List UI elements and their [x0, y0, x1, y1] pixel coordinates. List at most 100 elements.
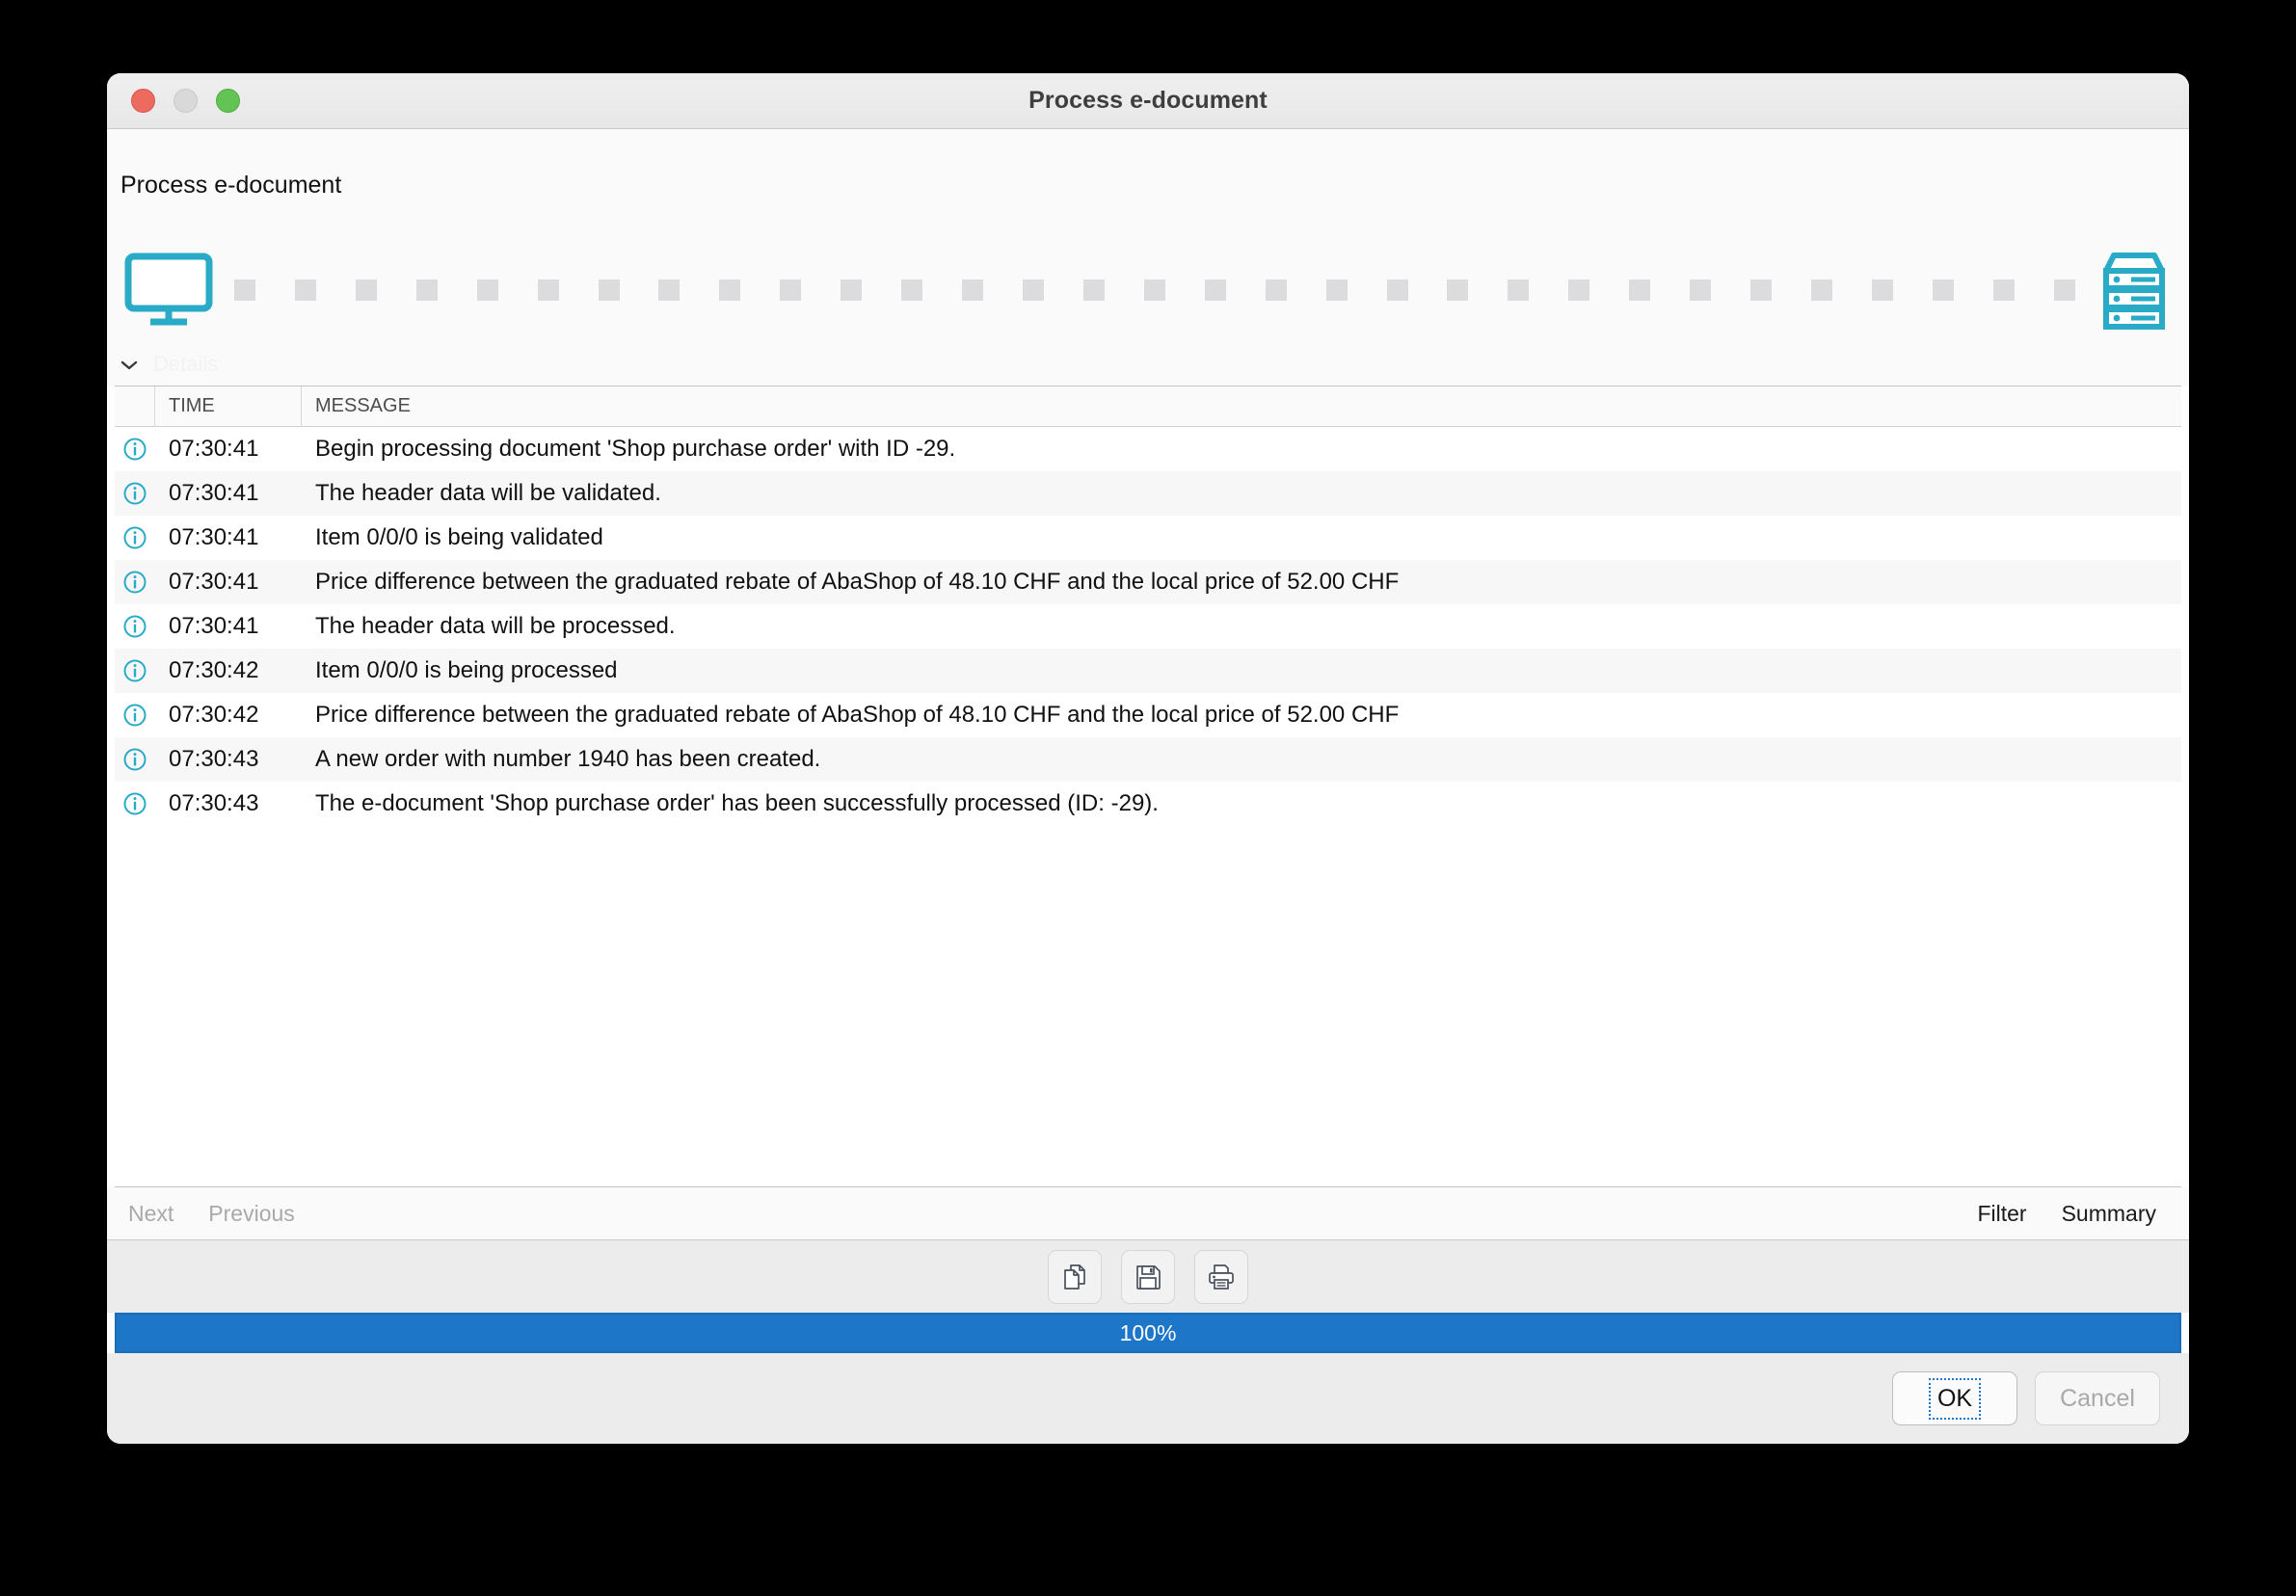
filter-button[interactable]: Filter [1977, 1201, 2026, 1227]
transfer-dot [1204, 279, 1226, 301]
cancel-button[interactable]: Cancel [2035, 1371, 2160, 1425]
info-icon [115, 747, 155, 772]
table-row[interactable]: 07:30:41 The header data will be validate… [115, 471, 2181, 516]
dialog-footer: OK Cancel [107, 1353, 2189, 1444]
details-label: Details [153, 352, 219, 376]
copy-button[interactable] [1048, 1249, 1102, 1304]
window-title: Process e-document [1028, 87, 1268, 114]
transfer-dot [1871, 279, 1893, 301]
next-button[interactable]: Next [128, 1201, 174, 1227]
table-navigation-bar: Next Previous Filter Summary [107, 1187, 2189, 1239]
transfer-dot [1082, 279, 1105, 301]
ok-button[interactable]: OK [1892, 1371, 2017, 1425]
nav-right-group: Filter Summary [1977, 1201, 2156, 1227]
transfer-dot [294, 279, 316, 301]
info-icon [115, 570, 155, 595]
table-row[interactable]: 07:30:42 Price difference between the gra… [115, 693, 2181, 737]
transfer-dot [1508, 279, 1530, 301]
monitor-icon [124, 253, 213, 328]
details-disclosure[interactable]: Details [107, 343, 2189, 386]
cell-time: 07:30:41 [169, 613, 259, 639]
transfer-dot [1750, 279, 1773, 301]
cell-time: 07:30:42 [169, 657, 259, 683]
table-row[interactable]: 07:30:41 Item 0/0/0 is being validated [115, 516, 2181, 560]
table-body: 07:30:41 Begin processing document 'Shop … [115, 427, 2181, 1186]
transfer-dot [415, 279, 438, 301]
table-row[interactable]: 07:30:43 The e-document 'Shop purchase or… [115, 782, 2181, 826]
transfer-dot [841, 279, 863, 301]
transfer-dot [1386, 279, 1408, 301]
transfer-dot [1325, 279, 1348, 301]
cell-time: 07:30:43 [169, 746, 259, 772]
transfer-dot [1810, 279, 1832, 301]
print-button[interactable] [1194, 1249, 1248, 1304]
copy-icon [1060, 1263, 1089, 1291]
transfer-dot [2053, 279, 2075, 301]
save-button[interactable] [1121, 1249, 1175, 1304]
page-title: Process e-document [120, 172, 342, 199]
transfer-dot [1265, 279, 1287, 301]
transfer-animation-strip [107, 237, 2189, 343]
print-icon [1207, 1263, 1236, 1291]
action-toolbar [107, 1239, 2189, 1313]
column-header-icon[interactable] [115, 386, 155, 426]
table-row[interactable]: 07:30:41 Price difference between the gra… [115, 560, 2181, 604]
transfer-dot [962, 279, 984, 301]
header-section: Process e-document [107, 129, 2189, 237]
table-row[interactable]: 07:30:43 A new order with number 1940 has… [115, 737, 2181, 782]
transfer-dot [234, 279, 255, 301]
chevron-down-icon[interactable] [120, 359, 138, 370]
transfer-dot [598, 279, 620, 301]
transfer-dot [780, 279, 802, 301]
info-icon [115, 703, 155, 728]
cell-time: 07:30:41 [169, 436, 259, 462]
cell-message: The e-document 'Shop purchase order' has… [315, 790, 1159, 816]
cell-message: Price difference between the graduated r… [315, 702, 1400, 728]
cell-message: Price difference between the graduated r… [315, 569, 1400, 595]
table-header-row: TIME MESSAGE [115, 386, 2181, 427]
cell-message: Item 0/0/0 is being processed [315, 657, 618, 683]
table-row[interactable]: 07:30:41 Begin processing document 'Shop … [115, 427, 2181, 471]
save-icon [1134, 1263, 1162, 1291]
cell-message: The header data will be validated. [315, 480, 661, 506]
info-icon [115, 437, 155, 462]
previous-button[interactable]: Previous [208, 1201, 294, 1227]
nav-left-group: Next Previous [128, 1201, 295, 1227]
transfer-dot [719, 279, 741, 301]
column-header-time[interactable]: TIME [155, 386, 302, 426]
title-bar: Process e-document [107, 73, 2189, 129]
transfer-dot [476, 279, 498, 301]
transfer-dot [1568, 279, 1590, 301]
cell-time: 07:30:41 [169, 569, 259, 595]
transfer-dot [1022, 279, 1044, 301]
transfer-dots [213, 279, 2096, 301]
transfer-dot [1447, 279, 1469, 301]
transfer-dot [355, 279, 377, 301]
info-icon [115, 791, 155, 816]
table-row[interactable]: 07:30:41 The header data will be processe… [115, 604, 2181, 649]
transfer-dot [1992, 279, 2015, 301]
cell-time: 07:30:41 [169, 480, 259, 506]
info-icon [115, 614, 155, 639]
progress-bar: 100% [115, 1313, 2181, 1353]
transfer-dot [1143, 279, 1165, 301]
summary-button[interactable]: Summary [2062, 1201, 2156, 1227]
dialog-body: Process e-document Details TIME MESSAGE … [107, 129, 2189, 1444]
transfer-dot [1932, 279, 1954, 301]
server-icon [2096, 250, 2172, 331]
cell-message: A new order with number 1940 has been cr… [315, 746, 821, 772]
cancel-button-label: Cancel [2060, 1384, 2135, 1412]
transfer-dot [1629, 279, 1651, 301]
message-table: TIME MESSAGE 07:30:41 Begin processing do… [115, 386, 2181, 1187]
column-header-message[interactable]: MESSAGE [302, 386, 2181, 426]
table-row[interactable]: 07:30:42 Item 0/0/0 is being processed [115, 649, 2181, 693]
dialog-window: Process e-document Process e-document De… [107, 73, 2189, 1444]
transfer-dot [901, 279, 923, 301]
info-icon [115, 481, 155, 506]
ok-button-label: OK [1928, 1377, 1982, 1420]
info-icon [115, 525, 155, 550]
transfer-dot [537, 279, 559, 301]
transfer-dot [1690, 279, 1712, 301]
cell-time: 07:30:41 [169, 524, 259, 550]
progress-bar-label: 100% [1119, 1319, 1177, 1345]
